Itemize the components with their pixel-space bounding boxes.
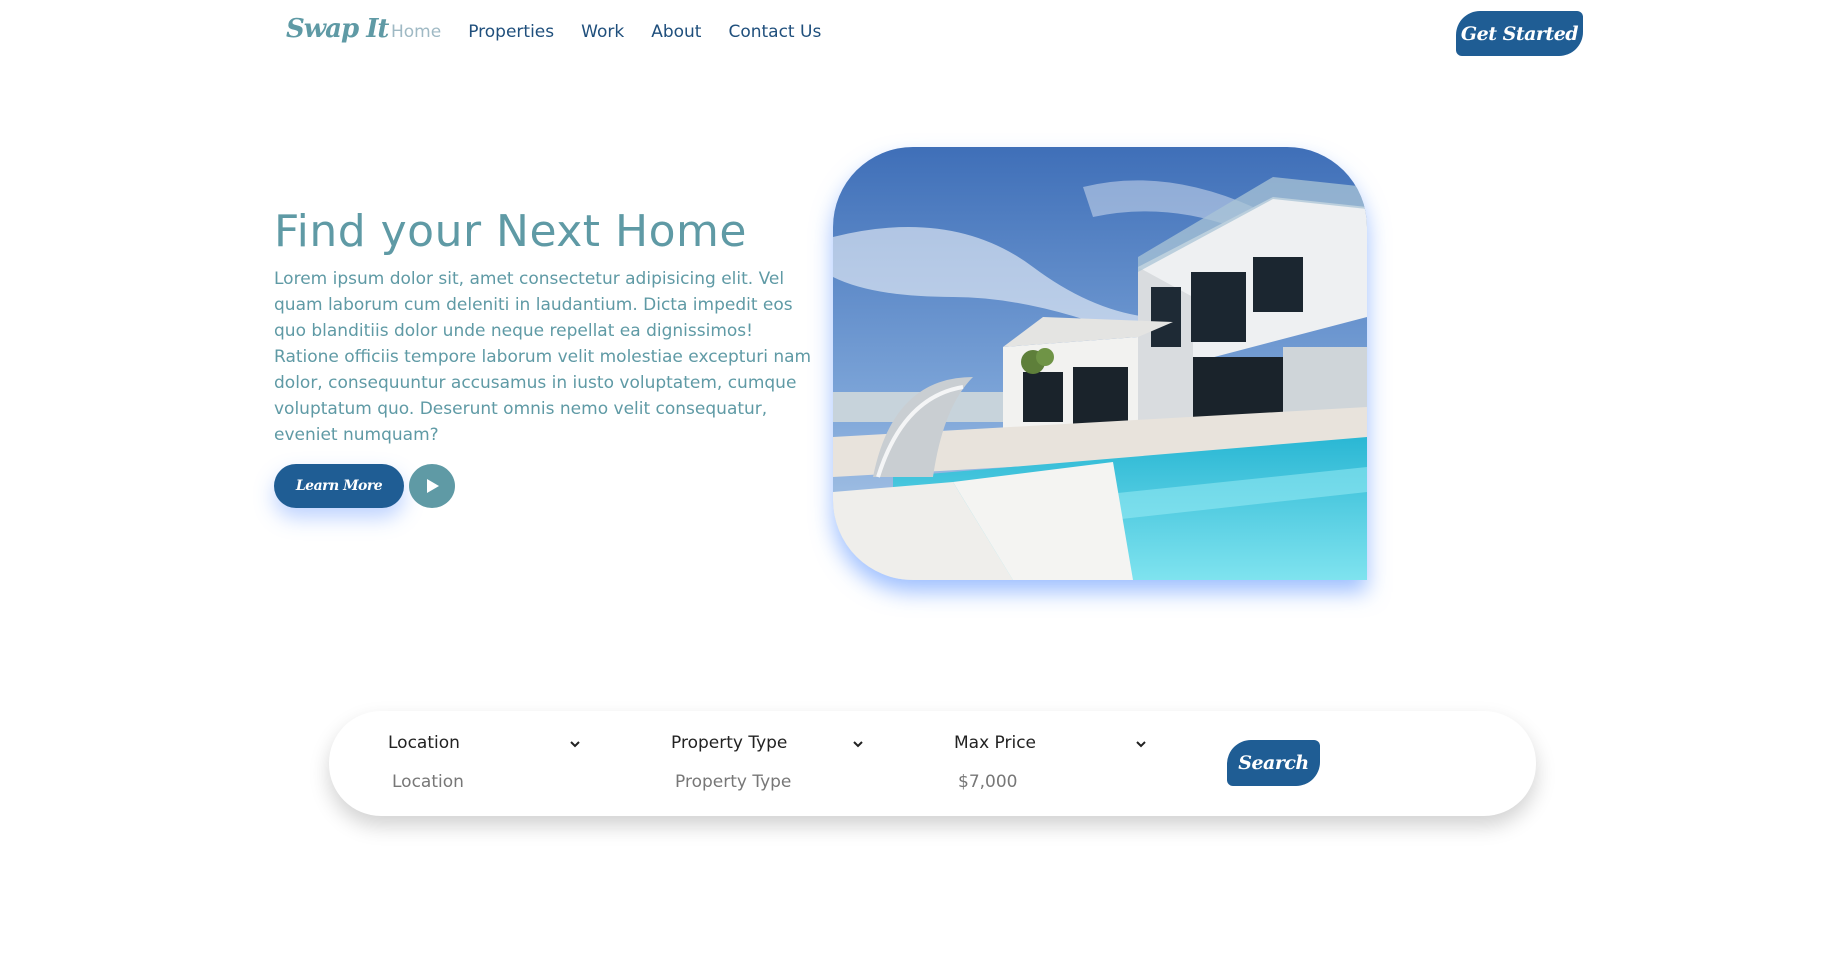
nav-menu: Home Properties Work About Contact Us <box>391 22 821 42</box>
search-button[interactable]: Search <box>1227 740 1320 786</box>
location-label: Location <box>388 733 460 753</box>
max-price-field[interactable]: Max Price $7,000 <box>954 733 1164 792</box>
play-button[interactable] <box>409 464 455 508</box>
location-input[interactable]: Location <box>392 772 464 792</box>
logo[interactable]: Swap It <box>286 14 389 44</box>
nav-item-contact[interactable]: Contact Us <box>728 22 821 42</box>
chevron-down-icon[interactable] <box>568 737 582 751</box>
play-icon <box>427 479 439 493</box>
max-price-input[interactable]: $7,000 <box>958 772 1017 792</box>
property-search-bar: Location Location Property Type Property… <box>329 711 1536 816</box>
location-field[interactable]: Location Location <box>388 733 598 792</box>
property-type-input[interactable]: Property Type <box>675 772 791 792</box>
nav-item-about[interactable]: About <box>651 22 701 42</box>
hero-title: Find your Next Home <box>274 206 747 257</box>
property-type-label: Property Type <box>671 733 788 753</box>
hero-house-image <box>833 147 1367 580</box>
top-navbar: Swap It Home Properties Work About Conta… <box>0 0 1847 70</box>
nav-item-work[interactable]: Work <box>581 22 624 42</box>
get-started-button[interactable]: Get Started <box>1456 11 1583 56</box>
max-price-label: Max Price <box>954 733 1037 753</box>
hero-description: Lorem ipsum dolor sit, amet consectetur … <box>274 269 812 445</box>
chevron-down-icon[interactable] <box>1134 737 1148 751</box>
nav-item-properties[interactable]: Properties <box>468 22 554 42</box>
learn-more-button[interactable]: Learn More <box>274 464 404 508</box>
nav-item-home[interactable]: Home <box>391 22 441 42</box>
chevron-down-icon[interactable] <box>851 737 865 751</box>
property-type-field[interactable]: Property Type Property Type <box>671 733 881 792</box>
